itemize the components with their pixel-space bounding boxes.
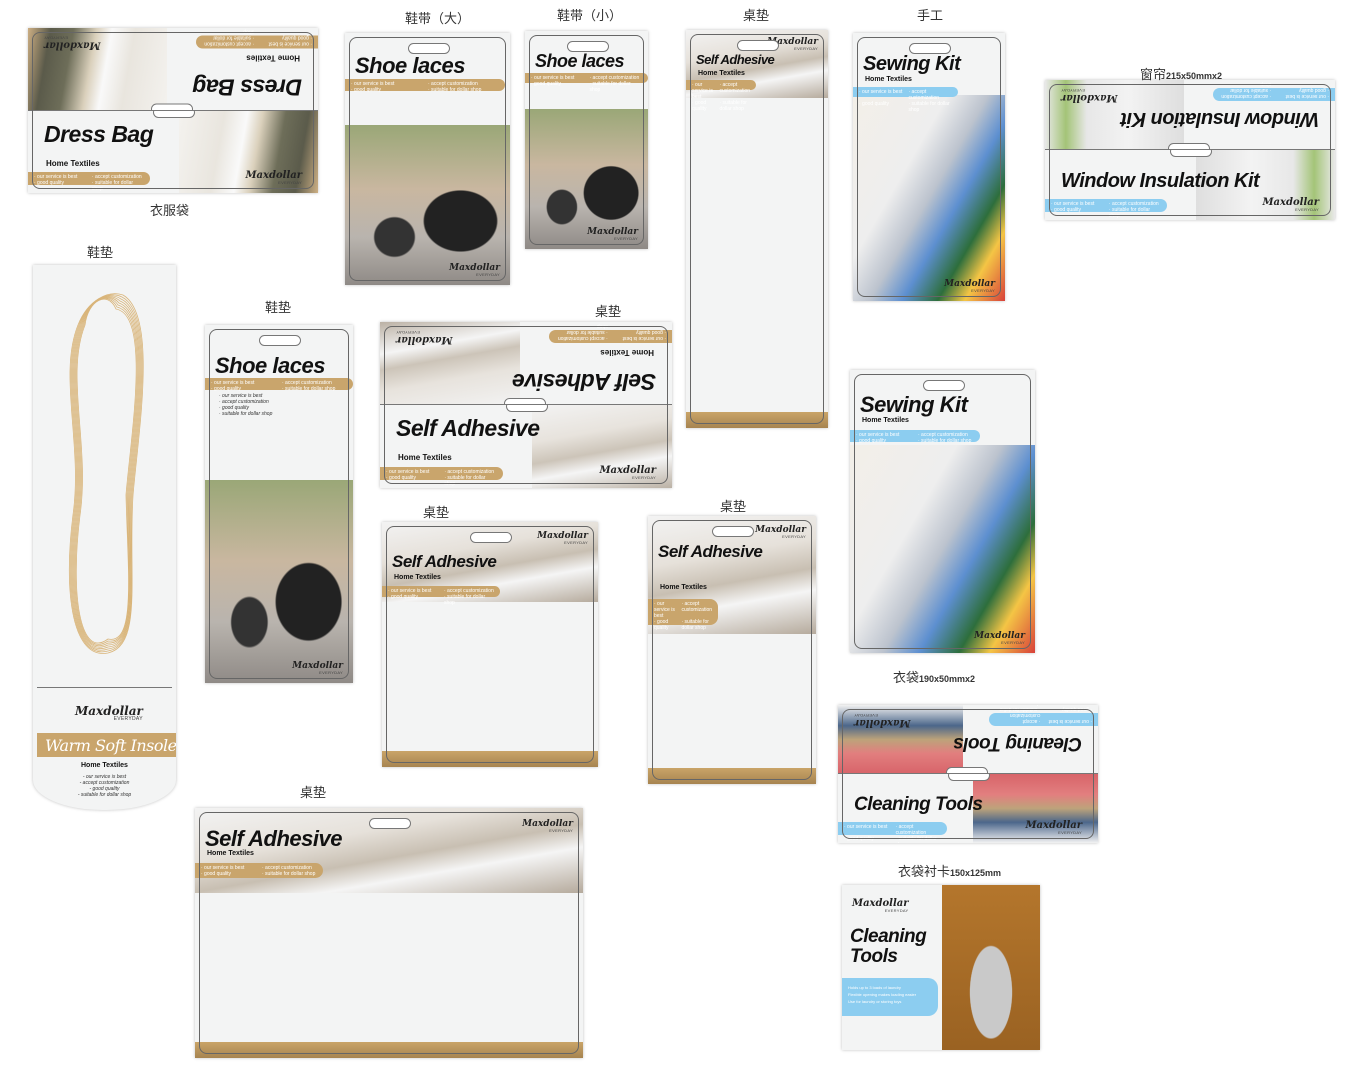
feature-item: Use for laundry or storing toys (848, 999, 902, 1004)
shoe-laces-small-card: Shoe lacesHome Textiles· our service is … (525, 31, 648, 249)
label-size: 190x50mmx2 (919, 674, 976, 684)
product-title: Warm Soft Insole (45, 736, 176, 755)
label-text: 桌垫 (595, 305, 622, 320)
label-text: 桌垫 (300, 786, 327, 801)
cut-line (199, 812, 579, 1054)
window-insulation-kit-card: Window Insulation Kit · our service is be… (1045, 80, 1335, 220)
product-label: 衣袋190x50mmx2 (893, 667, 975, 686)
product-label: 鞋垫 (87, 242, 113, 261)
cut-line (349, 37, 506, 281)
shoe-laces-medium-card: Shoe lacesHome Textiles· our service is … (205, 325, 353, 683)
product-label: 桌垫 (300, 782, 326, 801)
feature-item: Holds up to 3 loads of laundry (848, 985, 901, 990)
feature-list: - our service is best - accept customizat… (33, 774, 176, 798)
product-label: 鞋带（大） (405, 8, 470, 27)
feature-band: Holds up to 3 loads of laundry Flexible o… (842, 978, 938, 1016)
cleaning-tools-fold-card: Cleaning Tools · our service is best · acc… (838, 705, 1098, 843)
feature-list: · our service is best · accept customizat… (219, 393, 272, 417)
brand-tagline: EVERYDAY (884, 908, 909, 913)
feature-bullet: - suitable for dollar shop (77, 792, 132, 798)
cleaning-tools-insert-card: Maxdollar EVERYDAY Cleaning Tools Holds up … (842, 885, 1040, 1050)
insole-outline (68, 293, 144, 654)
warm-soft-insole-card: Maxdollar EVERYDAY Warm Soft Insole Home Te… (33, 265, 176, 810)
cut-line (209, 329, 349, 679)
label-text: 窗帘 (1140, 68, 1167, 83)
product-label: 桌垫 (743, 5, 769, 24)
cut-line (842, 709, 1094, 839)
product-label: 鞋垫 (265, 297, 291, 316)
shoe-laces-large-card: Shoe lacesHome Textiles· our service is … (345, 33, 510, 285)
cut-line (854, 374, 1031, 649)
product-label: 鞋带（小） (557, 5, 622, 24)
product-title: Cleaning Tools (850, 926, 927, 967)
self-adhesive-large-card: Self Adhesive Home Textiles · our service … (195, 808, 583, 1058)
label-text: 鞋带（小） (557, 9, 623, 24)
label-text: 桌垫 (743, 9, 770, 24)
label-size: 150x125mm (950, 868, 1002, 878)
label-text: 桌垫 (423, 506, 450, 521)
label-text: 衣服袋 (150, 204, 190, 219)
self-adhesive-fold-card: Self Adhesive Home Textiles · our service … (380, 322, 672, 488)
label-text: 衣袋 (893, 671, 920, 686)
product-subtitle: Home Textiles (81, 762, 128, 769)
product-label: 桌垫 (595, 301, 621, 320)
brand-logo: Maxdollar EVERYDAY (75, 705, 143, 722)
cut-line (857, 37, 1001, 297)
product-label: 手工 (917, 5, 943, 24)
label-size: 215x50mmx2 (1166, 71, 1223, 81)
self-adhesive-medium-card: Self Adhesive Home Textiles · our service … (382, 522, 598, 767)
cut-line (1049, 84, 1331, 216)
label-text: 鞋垫 (87, 246, 114, 261)
product-label: 桌垫 (423, 502, 449, 521)
product-label: 窗帘215x50mmx2 (1140, 64, 1222, 83)
label-text: 鞋垫 (265, 301, 292, 316)
product-label: 衣服袋 (150, 200, 189, 219)
self-adhesive-narrow-card: Self Adhesive Home Textiles · our service … (648, 516, 816, 784)
feature-item: Flexible opening makes loading easier (848, 992, 917, 997)
label-text: 鞋带（大） (405, 12, 471, 27)
product-photo (942, 885, 1040, 1050)
cut-line (384, 326, 668, 484)
self-adhesive-tall-card: Self Adhesive Home Textiles · our service … (686, 30, 828, 428)
cut-line (529, 35, 644, 245)
label-text: 手工 (917, 9, 944, 24)
label-text: 衣袋衬卡 (898, 865, 951, 880)
cut-line (386, 526, 594, 763)
label-text: 桌垫 (720, 500, 747, 515)
cut-line (690, 34, 824, 424)
feature-bullet: · suitable for dollar shop (219, 411, 273, 417)
brand-logo: Maxdollar EVERYDAY (852, 899, 909, 913)
cut-line (32, 32, 314, 189)
divider (37, 687, 172, 688)
product-label: 衣袋衬卡150x125mm (898, 861, 1001, 880)
product-label: 桌垫 (720, 496, 746, 515)
dress-bag-card: Dress Bag Home Textiles · our service is b… (28, 28, 318, 193)
sewing-kit-small-card: Sewing Kit Home Textiles · our service is … (853, 33, 1005, 301)
sewing-kit-large-card: Sewing Kit Home Textiles · our service is … (850, 370, 1035, 653)
cut-line (652, 520, 812, 780)
